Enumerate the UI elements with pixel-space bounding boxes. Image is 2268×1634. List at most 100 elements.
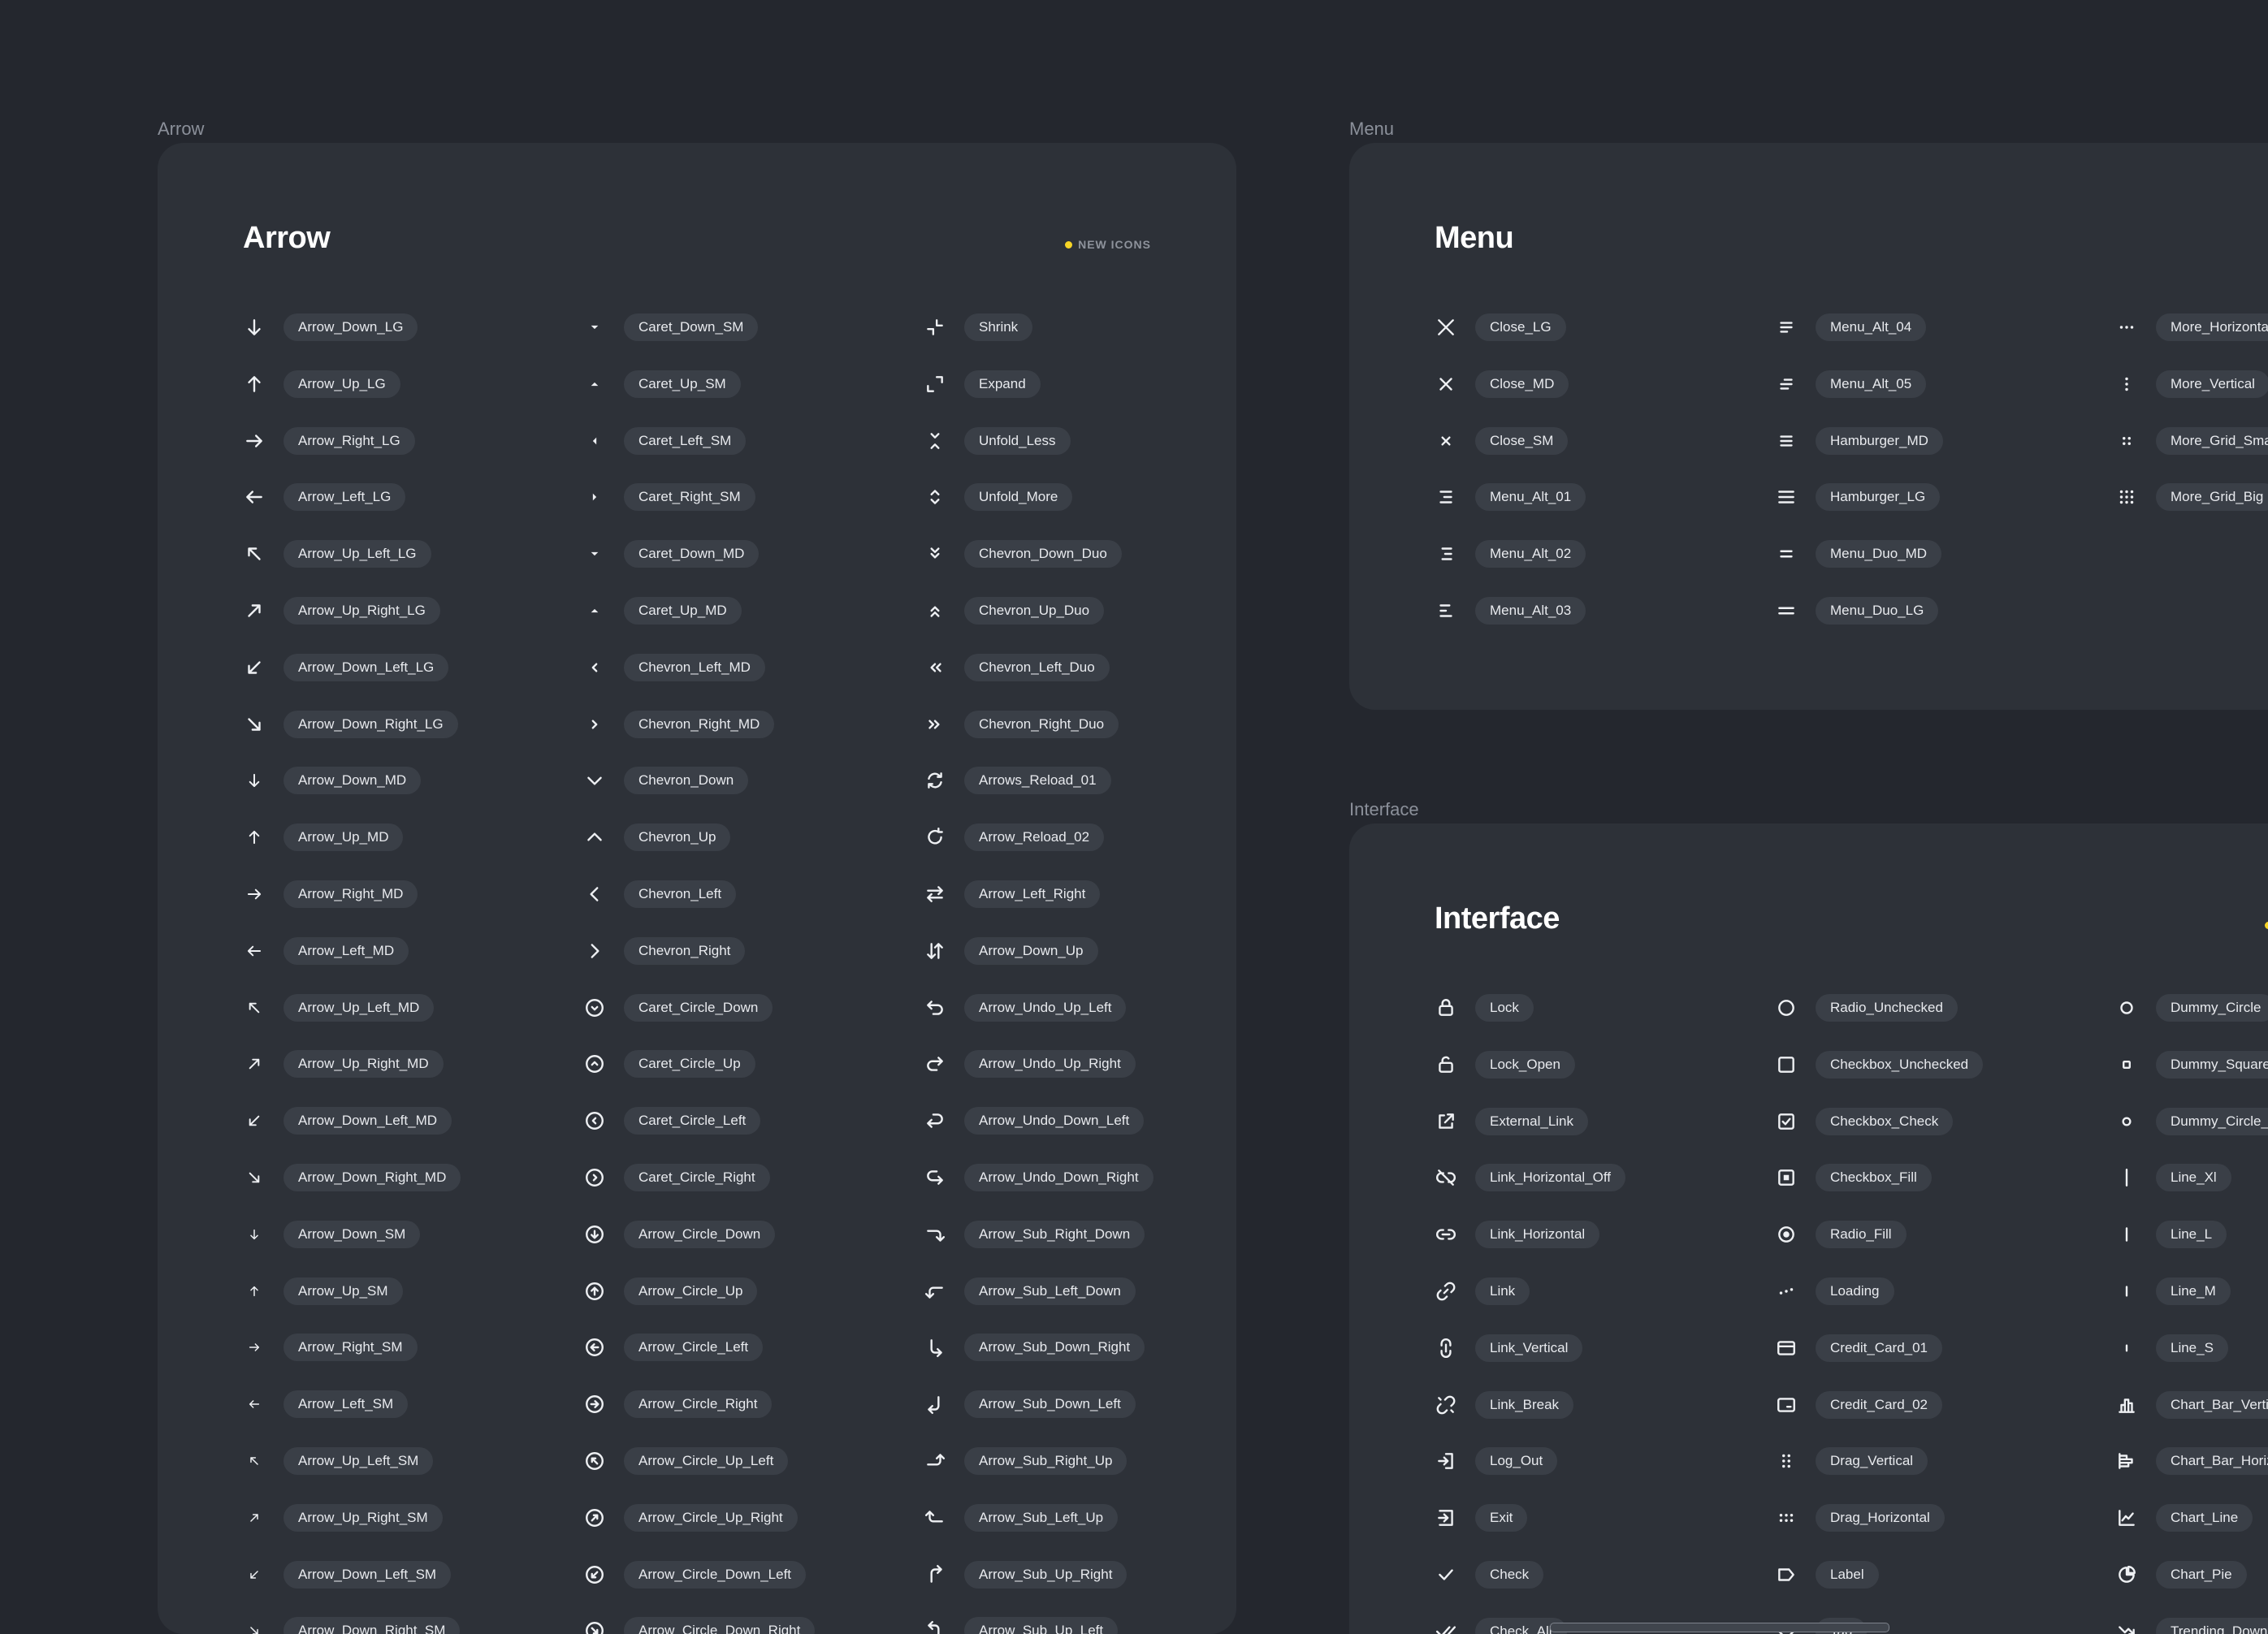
icon-entry[interactable]: More_Grid_Big [2115, 483, 2268, 511]
icon-entry[interactable]: Chevron_Up_Duo [924, 597, 1105, 625]
icon-entry[interactable]: Arrow_Down_MD [243, 767, 422, 794]
horizontal-scrollbar[interactable] [1550, 1623, 1889, 1632]
icon-entry[interactable]: Chart_Bar_Vertical [2115, 1391, 2268, 1419]
icon-entry[interactable]: More_Horizontal [2115, 313, 2268, 341]
icon-entry[interactable]: Label [1775, 1561, 1879, 1589]
icon-entry[interactable]: Menu_Duo_LG [1775, 597, 1939, 625]
icon-entry[interactable]: Drag_Horizontal [1775, 1504, 1945, 1532]
icon-entry[interactable]: Caret_Circle_Up [583, 1050, 755, 1078]
icon-entry[interactable]: Chevron_Down_Duo [924, 540, 1122, 568]
icon-entry[interactable]: Line_M [2115, 1277, 2231, 1305]
icon-entry[interactable]: Menu_Alt_04 [1775, 313, 1927, 341]
icon-entry[interactable]: Link_Vertical [1435, 1334, 1583, 1362]
icon-entry[interactable]: More_Grid_Small [2115, 427, 2268, 455]
icon-entry[interactable]: Arrow_Left_Right [924, 880, 1101, 908]
icon-entry[interactable]: More_Vertical [2115, 370, 2268, 398]
icon-entry[interactable]: Caret_Circle_Down [583, 994, 773, 1022]
icon-entry[interactable]: Chevron_Right [583, 937, 746, 965]
icon-entry[interactable]: Close_SM [1435, 427, 1569, 455]
icon-entry[interactable]: Arrow_Right_LG [243, 427, 415, 455]
icon-entry[interactable]: Arrow_Sub_Left_Down [924, 1277, 1136, 1305]
icon-entry[interactable]: Chevron_Left_MD [583, 654, 765, 681]
icon-entry[interactable]: Link_Horizontal_Off [1435, 1164, 1625, 1191]
icon-entry[interactable]: Arrow_Up_MD [243, 823, 404, 851]
icon-entry[interactable]: Arrow_Left_MD [243, 937, 409, 965]
icon-entry[interactable]: Chart_Line [2115, 1504, 2253, 1532]
icon-entry[interactable]: Caret_Right_SM [583, 483, 755, 511]
icon-entry[interactable]: Arrow_Down_Left_MD [243, 1107, 452, 1135]
icon-entry[interactable]: Arrow_Down_LG [243, 313, 418, 341]
icon-entry[interactable]: Chart_Bar_Horizontal [2115, 1447, 2268, 1475]
icon-entry[interactable]: Caret_Circle_Left [583, 1107, 761, 1135]
icon-entry[interactable]: Arrow_Down_SM [243, 1221, 421, 1248]
icon-entry[interactable]: Hamburger_LG [1775, 483, 1941, 511]
icon-entry[interactable]: Arrow_Right_MD [243, 880, 418, 908]
icon-entry[interactable]: Arrow_Circle_Up_Left [583, 1447, 789, 1475]
icon-entry[interactable]: Close_MD [1435, 370, 1569, 398]
icon-entry[interactable]: Arrows_Reload_01 [924, 767, 1111, 794]
icon-entry[interactable]: Unfold_More [924, 483, 1073, 511]
icon-entry[interactable]: Link [1435, 1277, 1530, 1305]
icon-entry[interactable]: Check [1435, 1561, 1544, 1589]
icon-entry[interactable]: Hamburger_MD [1775, 427, 1943, 455]
icon-entry[interactable]: Arrow_Undo_Up_Right [924, 1050, 1136, 1078]
icon-entry[interactable]: Caret_Left_SM [583, 427, 747, 455]
icon-entry[interactable]: Menu_Duo_MD [1775, 540, 1942, 568]
icon-entry[interactable]: Arrow_Down_Up [924, 937, 1098, 965]
icon-entry[interactable]: Arrow_Undo_Down_Left [924, 1107, 1145, 1135]
icon-entry[interactable]: Lock [1435, 994, 1534, 1022]
icon-entry[interactable]: Arrow_Circle_Right [583, 1390, 773, 1418]
icon-entry[interactable]: Checkbox_Fill [1775, 1164, 1932, 1191]
icon-entry[interactable]: Arrow_Left_SM [243, 1390, 409, 1418]
icon-entry[interactable]: Arrow_Sub_Down_Right [924, 1334, 1145, 1361]
icon-entry[interactable]: Close_LG [1435, 313, 1566, 341]
icon-entry[interactable]: Arrow_Up_Right_LG [243, 597, 440, 625]
icon-entry[interactable]: Menu_Alt_01 [1435, 483, 1586, 511]
icon-entry[interactable]: Unfold_Less [924, 427, 1071, 455]
icon-entry[interactable]: Menu_Alt_05 [1775, 370, 1927, 398]
icon-entry[interactable]: Line_L [2115, 1221, 2227, 1248]
icon-entry[interactable]: Caret_Up_MD [583, 597, 742, 625]
icon-entry[interactable]: Checkbox_Check [1775, 1108, 1954, 1135]
icon-entry[interactable]: Arrow_Sub_Right_Up [924, 1447, 1128, 1475]
icon-entry[interactable]: Chart_Pie [2115, 1561, 2247, 1589]
icon-entry[interactable]: Dummy_Circle [2115, 994, 2268, 1022]
icon-entry[interactable]: Trending_Down [2115, 1618, 2268, 1634]
icon-entry[interactable]: Arrow_Right_SM [243, 1334, 418, 1361]
icon-entry[interactable]: Arrow_Up_Right_SM [243, 1504, 443, 1532]
icon-entry[interactable]: Checkbox_Unchecked [1775, 1051, 1984, 1079]
icon-entry[interactable]: Menu_Alt_03 [1435, 597, 1586, 625]
icon-entry[interactable]: Arrow_Up_Right_MD [243, 1050, 444, 1078]
icon-entry[interactable]: Arrow_Down_Left_SM [243, 1561, 452, 1589]
icon-entry[interactable]: Arrow_Up_Left_LG [243, 540, 431, 568]
icon-entry[interactable]: Arrow_Undo_Up_Left [924, 994, 1127, 1022]
icon-entry[interactable]: Credit_Card_01 [1775, 1334, 1943, 1362]
icon-entry[interactable]: Caret_Up_SM [583, 370, 741, 398]
icon-entry[interactable]: Caret_Down_SM [583, 313, 759, 341]
icon-entry[interactable]: Arrow_Undo_Down_Right [924, 1164, 1153, 1191]
icon-entry[interactable]: Exit [1435, 1504, 1528, 1532]
icon-entry[interactable]: Arrow_Circle_Down [583, 1221, 776, 1248]
icon-entry[interactable]: Arrow_Sub_Up_Right [924, 1561, 1128, 1589]
icon-entry[interactable]: Log_Out [1435, 1447, 1558, 1475]
icon-entry[interactable]: Arrow_Down_Right_LG [243, 711, 458, 738]
icon-entry[interactable]: Arrow_Down_Right_SM [243, 1617, 461, 1634]
icon-entry[interactable]: Arrow_Up_LG [243, 370, 400, 398]
icon-entry[interactable]: Chevron_Right_Duo [924, 711, 1119, 738]
icon-entry[interactable]: Arrow_Up_Left_MD [243, 994, 435, 1022]
icon-entry[interactable]: Expand [924, 370, 1041, 398]
icon-entry[interactable]: Check_All [1435, 1618, 1567, 1634]
icon-entry[interactable]: Radio_Unchecked [1775, 994, 1958, 1022]
icon-entry[interactable]: Line_S [2115, 1334, 2228, 1362]
icon-entry[interactable]: Arrow_Down_Left_LG [243, 654, 449, 681]
icon-entry[interactable]: Link_Break [1435, 1391, 1574, 1419]
icon-entry[interactable]: External_Link [1435, 1108, 1589, 1135]
icon-entry[interactable]: Loading [1775, 1277, 1894, 1305]
icon-entry[interactable]: Line_Xl [2115, 1164, 2231, 1191]
icon-entry[interactable]: Arrow_Sub_Right_Down [924, 1221, 1145, 1248]
icon-entry[interactable]: Shrink [924, 313, 1033, 341]
icon-entry[interactable]: Arrow_Sub_Up_Left [924, 1617, 1119, 1634]
icon-entry[interactable]: Chevron_Left_Duo [924, 654, 1110, 681]
icon-entry[interactable]: Arrow_Up_Left_SM [243, 1447, 434, 1475]
icon-entry[interactable]: Chevron_Up [583, 823, 731, 851]
